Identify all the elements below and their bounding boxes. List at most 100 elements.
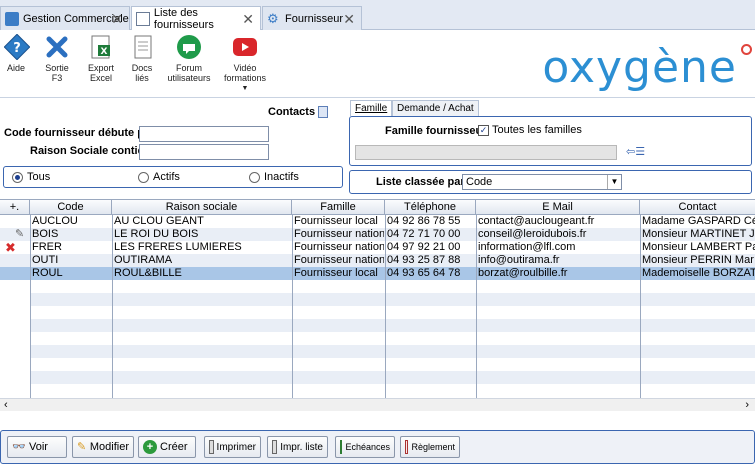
cell-telephone: 04 93 25 87 88: [387, 254, 461, 266]
header-contact[interactable]: Contact: [640, 200, 755, 215]
docs-lies-button[interactable]: Docs liés: [128, 34, 156, 83]
toutes-familles-checkbox[interactable]: ✓ Toutes les familles: [478, 124, 582, 136]
tab-fournisseur[interactable]: ⚙ Fournisseur ✕: [262, 6, 362, 30]
header-telephone[interactable]: Téléphone: [385, 200, 476, 215]
add-column-icon[interactable]: +.: [0, 200, 30, 215]
famille-picker-icon[interactable]: ⇦☰: [626, 145, 645, 158]
filter-panel: Contacts Code fournisseur débute par Rai…: [0, 100, 345, 194]
table-row[interactable]: ✎ BOIS LE ROI DU BOIS Fournisseur nation…: [0, 228, 755, 241]
tab-demande-label: Demande / Achat: [397, 103, 474, 114]
tab-famille-label: Famille: [355, 103, 388, 114]
empty-row: [30, 319, 755, 332]
tab-liste-fournisseurs[interactable]: Liste des fournisseurs ✕: [131, 6, 261, 31]
radio-tous[interactable]: Tous: [12, 171, 50, 183]
aide-button[interactable]: ? Aide: [2, 34, 30, 73]
forum-button[interactable]: Forum utilisateurs: [167, 34, 211, 83]
cell-contact: Monsieur MARTINET J: [642, 228, 755, 240]
document-icon: [128, 34, 158, 60]
modifier-button[interactable]: ✎ Modifier: [72, 436, 134, 458]
payment-icon: [405, 440, 409, 454]
status-radio-group: Tous Actifs Inactifs: [3, 166, 343, 188]
header-email[interactable]: E Mail: [476, 200, 640, 215]
famille-label: Famille fournisseur: [385, 125, 487, 137]
creer-label: Créer: [160, 441, 188, 453]
docs-label-2: liés: [135, 73, 149, 83]
horizontal-scrollbar[interactable]: ‹ ›: [0, 398, 755, 411]
cell-code: AUCLOU: [32, 215, 78, 227]
cell-raison: LES FRERES LUMIERES: [114, 241, 242, 253]
tab-famille[interactable]: Famille: [350, 100, 393, 116]
tab-bar: Gestion Commerciale ✕ Liste des fourniss…: [0, 0, 755, 31]
header-famille[interactable]: Famille: [292, 200, 385, 215]
video-formations-button[interactable]: Vidéo formations ▼: [222, 34, 268, 94]
column-divider: [476, 215, 477, 398]
export-excel-button[interactable]: X Export Excel: [84, 34, 118, 83]
inactive-cross-icon: ✖: [5, 241, 16, 254]
modifier-label: Modifier: [89, 441, 129, 453]
table-row[interactable]: ✖ FRER LES FRERES LUMIERES Fournisseur n…: [0, 241, 755, 254]
cell-code: FRER: [32, 241, 62, 253]
reglement-label: Règlement: [411, 442, 455, 452]
cell-raison: OUTIRAMA: [114, 254, 173, 266]
dropdown-arrow-icon[interactable]: ▼: [222, 84, 268, 94]
imprimer-button[interactable]: Imprimer: [204, 436, 261, 458]
code-label: Code fournisseur débute par: [4, 127, 155, 139]
header-raison-sociale[interactable]: Raison sociale: [112, 200, 292, 215]
forum-icon: [174, 34, 204, 60]
action-bar: 👓 Voir ✎ Modifier + Créer Imprimer Impr.…: [0, 430, 755, 464]
contacts-icon[interactable]: [318, 106, 328, 118]
cell-telephone: 04 72 71 70 00: [387, 228, 461, 240]
cell-raison: AU CLOU GEANT: [114, 215, 204, 227]
scroll-left-icon[interactable]: ‹: [4, 399, 8, 411]
forum-label: Forum: [175, 63, 202, 73]
radio-icon: [138, 171, 149, 183]
export-label-2: Excel: [89, 73, 112, 83]
column-divider: [30, 215, 31, 398]
header-code[interactable]: Code: [30, 200, 112, 215]
sort-select[interactable]: Code ▼: [462, 174, 622, 190]
video-play-icon: [230, 34, 260, 60]
famille-panel: Famille fournisseur ✓ Toutes les famille…: [349, 116, 752, 166]
voir-button[interactable]: 👓 Voir: [7, 436, 67, 458]
cell-famille: Fournisseur nationa: [294, 228, 384, 240]
pencil-icon: ✎: [77, 441, 87, 453]
cell-telephone: 04 93 65 64 78: [387, 267, 461, 279]
close-icon[interactable]: ✕: [343, 11, 355, 28]
cell-raison: LE ROI DU BOIS: [114, 228, 199, 240]
code-input[interactable]: [139, 126, 269, 142]
imprimer-liste-button[interactable]: Impr. liste: [267, 436, 328, 458]
creer-button[interactable]: + Créer: [138, 436, 196, 458]
help-icon: ?: [2, 34, 32, 60]
empty-row: [30, 371, 755, 384]
echeances-button[interactable]: Echéances: [335, 436, 395, 458]
radio-inactifs[interactable]: Inactifs: [249, 171, 299, 183]
scroll-right-icon[interactable]: ›: [745, 399, 749, 411]
radio-actifs[interactable]: Actifs: [138, 171, 180, 183]
tab-demande-achat[interactable]: Demande / Achat: [392, 100, 479, 116]
view-icon: 👓: [12, 441, 26, 453]
docs-label: Docs: [131, 63, 153, 73]
brand-logo: oxygène: [542, 42, 737, 93]
video-label-2: formations: [223, 73, 267, 83]
calendar-icon: [340, 440, 343, 454]
close-icon[interactable]: ✕: [242, 11, 254, 28]
raison-input[interactable]: [139, 144, 269, 160]
echeances-label: Echéances: [345, 442, 390, 452]
logo-accent-icon: [741, 44, 752, 55]
sortie-button[interactable]: Sortie F3: [40, 34, 74, 83]
cell-contact: Mademoiselle BORZAT: [642, 267, 755, 279]
chevron-down-icon[interactable]: ▼: [607, 175, 621, 189]
table-row[interactable]: OUTI OUTIRAMA Fournisseur nationa 04 93 …: [0, 254, 755, 267]
excel-icon: X: [86, 34, 116, 60]
cell-famille: Fournisseur local: [294, 267, 378, 279]
table-row-selected[interactable]: ROUL ROUL&BILLE Fournisseur local 04 93 …: [0, 267, 755, 280]
close-icon[interactable]: ✕: [111, 11, 123, 28]
tab-gestion-commerciale[interactable]: Gestion Commerciale ✕: [0, 6, 130, 30]
voir-label: Voir: [29, 441, 48, 453]
sortie-label: Sortie: [45, 63, 69, 73]
printer-icon: [209, 440, 214, 454]
reglement-button[interactable]: Règlement: [400, 436, 460, 458]
table-row[interactable]: AUCLOU AU CLOU GEANT Fournisseur local 0…: [0, 215, 755, 228]
radio-actifs-label: Actifs: [153, 171, 180, 183]
famille-selection-field[interactable]: [355, 145, 617, 160]
